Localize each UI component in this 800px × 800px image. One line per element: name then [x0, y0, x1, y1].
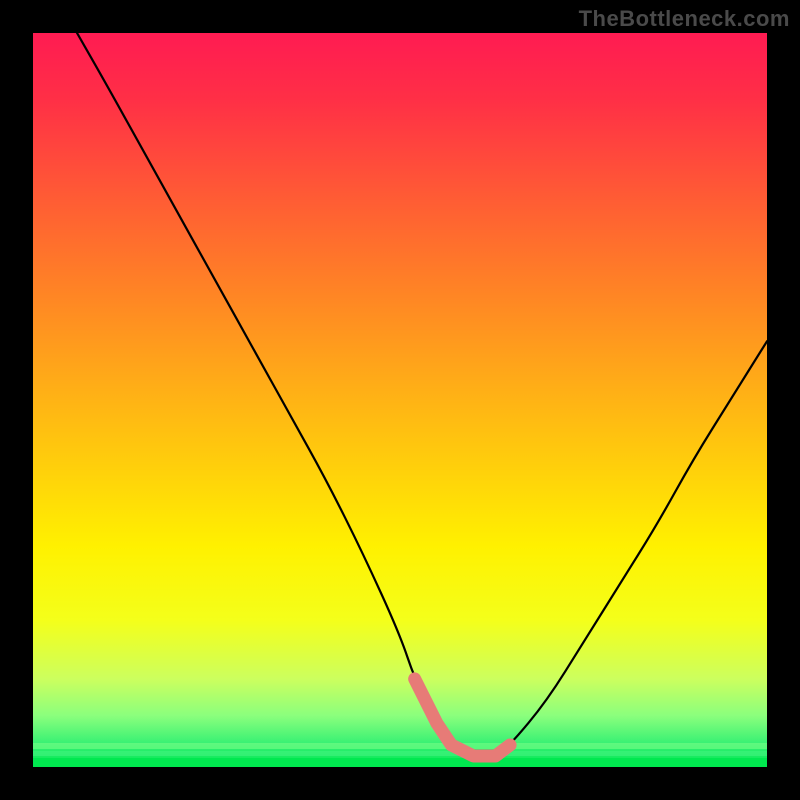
curve-layer	[33, 33, 767, 767]
bottleneck-curve	[77, 33, 767, 756]
chart-frame: TheBottleneck.com	[0, 0, 800, 800]
plot-area	[33, 33, 767, 767]
watermark-text: TheBottleneck.com	[579, 6, 790, 32]
optimal-zone-highlight	[415, 679, 510, 756]
